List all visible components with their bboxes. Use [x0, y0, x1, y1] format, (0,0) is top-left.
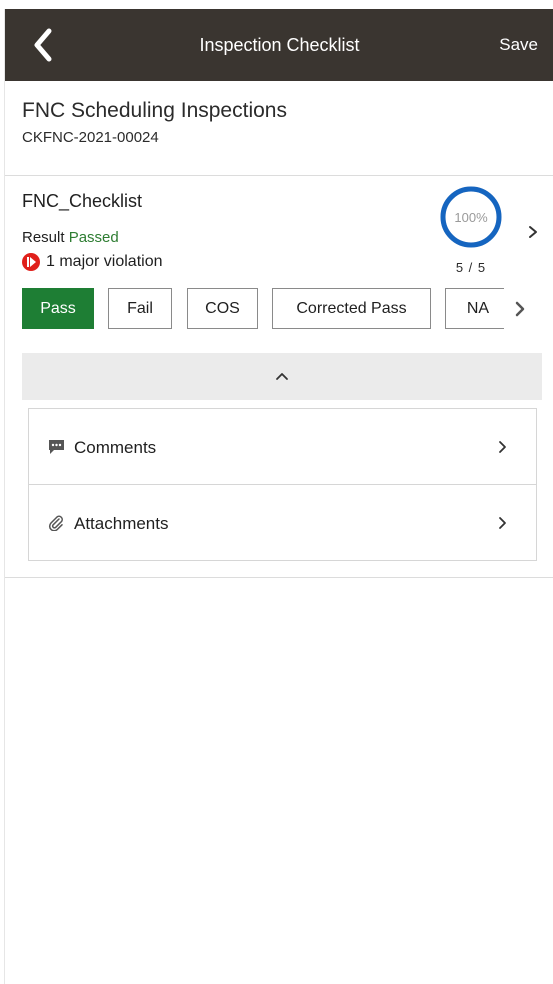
chevron-right-icon: [515, 301, 525, 317]
comments-row[interactable]: Comments: [29, 409, 536, 485]
chevron-right-icon: [499, 517, 506, 529]
pass-button[interactable]: Pass: [22, 288, 94, 329]
checklist-open-button[interactable]: [525, 222, 541, 242]
paperclip-icon: [48, 515, 63, 531]
comments-label: Comments: [74, 438, 157, 457]
detail-list: Comments Attachments: [28, 408, 537, 561]
progress-ring: 100%: [439, 185, 503, 249]
cos-button[interactable]: COS: [187, 288, 258, 329]
progress-percent: 100%: [454, 209, 488, 225]
result-button-group: Pass Fail COS Corrected Pass NA: [22, 288, 504, 332]
checklist-name: FNC_Checklist: [22, 191, 143, 211]
violation-summary: 1 major violation: [22, 253, 163, 271]
na-button[interactable]: NA: [445, 288, 504, 329]
record-id: CKFNC-2021-00024: [22, 129, 159, 146]
save-button[interactable]: Save: [499, 35, 538, 55]
scroll-right-button[interactable]: [511, 298, 529, 320]
app-frame: Inspection Checklist Save FNC Scheduling…: [4, 9, 553, 984]
chevron-right-icon: [529, 226, 537, 238]
chevron-right-icon: [499, 441, 506, 453]
record-summary: FNC Scheduling Inspections CKFNC-2021-00…: [5, 81, 553, 176]
checklist-card: FNC_Checklist Result Passed 1 major viol…: [5, 176, 553, 578]
major-violation-icon: [22, 253, 40, 271]
collapse-toggle[interactable]: [22, 353, 542, 400]
chevron-up-icon: [276, 373, 288, 380]
attachments-row[interactable]: Attachments: [29, 485, 536, 561]
result-status: Passed: [68, 229, 119, 246]
fail-button[interactable]: Fail: [108, 288, 172, 329]
record-title: FNC Scheduling Inspections: [22, 99, 287, 122]
corrected-pass-button[interactable]: Corrected Pass: [272, 288, 431, 329]
attachments-label: Attachments: [74, 514, 169, 533]
violation-text: 1 major violation: [46, 253, 163, 270]
comment-icon: [49, 440, 64, 454]
progress-count: 5 / 5: [455, 260, 487, 275]
checklist-result: Result Passed: [22, 229, 119, 246]
app-header: Inspection Checklist Save: [5, 9, 553, 81]
result-label: Result: [22, 229, 65, 246]
page-title: Inspection Checklist: [199, 35, 360, 55]
